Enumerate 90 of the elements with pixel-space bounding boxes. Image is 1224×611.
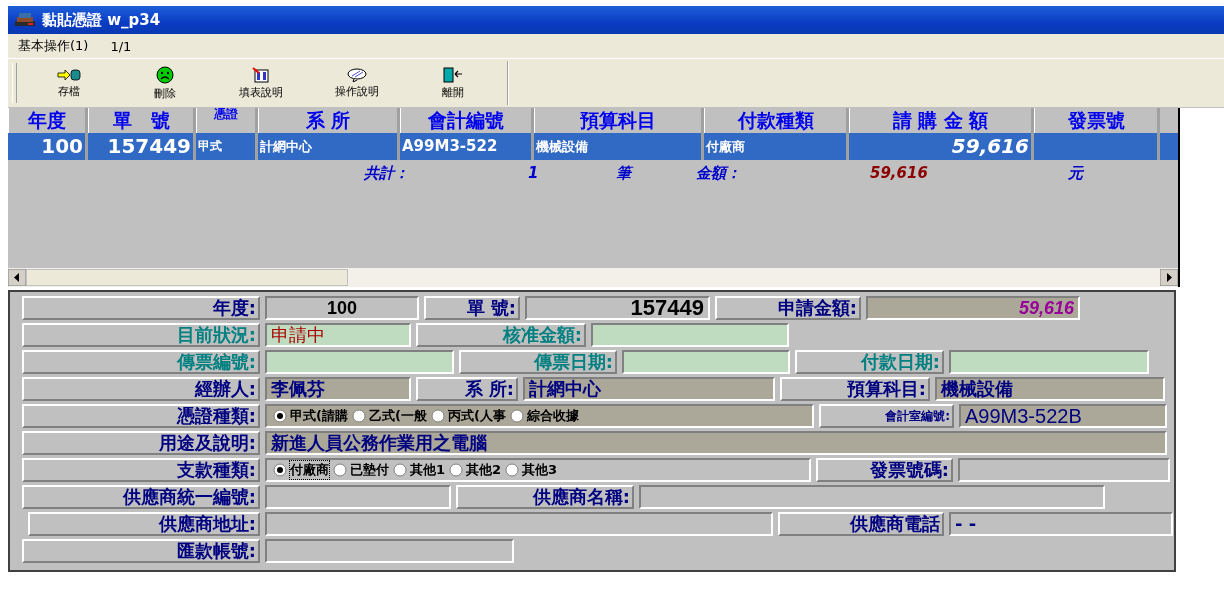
field-label: 供應商名稱: [456,484,634,509]
radio-button[interactable] [509,408,524,423]
toolbar-button[interactable]: 操作說明 [309,61,405,105]
input-field[interactable]: 李佩芬 [265,376,411,401]
field-label: 支款種類: [22,457,260,482]
speech-bubble-icon [346,67,368,82]
field-label: 匯款帳號: [22,538,260,563]
currency-unit: 元 [1068,164,1083,183]
window-title: 黏貼憑證 w_p34 [42,10,161,30]
arrow-cylinder-icon [57,67,81,82]
menu-item[interactable]: 基本操作(1) [18,37,89,55]
radio-button[interactable] [393,462,407,477]
field-label: 供應商電話 [778,511,944,536]
field-label: 憑證種類: [22,403,260,428]
radio-option[interactable]: 已墊付 [333,460,389,479]
toolbar-button[interactable]: 刪除 [117,61,213,105]
field-label: 傳票編號: [22,349,260,374]
input-field[interactable] [622,349,790,374]
total-count-label: 共計： [364,164,409,183]
table-cell: 157449 [107,134,191,158]
input-field[interactable]: 計網中心 [523,376,775,401]
input-field[interactable]: 機械設備 [935,376,1165,401]
table-cell: 甲式 [198,139,222,153]
door-icon [442,66,464,83]
total-count: 1 [528,164,539,182]
radio-button[interactable] [449,462,464,477]
field-label: 發票號碼: [816,457,953,482]
toolbar-button[interactable]: 填表說明 [213,61,309,105]
page-indicator: 1/1 [110,38,132,54]
radio-option[interactable]: 乙式(一般 [351,406,427,425]
radio-button[interactable] [273,462,287,477]
radio-option[interactable]: 丙式(人事 [430,406,506,425]
radio-option[interactable]: 綜合收據 [509,406,579,425]
grid-icon [252,66,270,83]
input-field[interactable]: 新進人員公務作業用之電腦 [265,430,1167,455]
scroll-right-icon[interactable] [1160,269,1178,286]
app-icon [14,12,36,28]
field-label: 供應商地址: [28,511,260,536]
input-field[interactable]: A99M3-522B [959,403,1167,428]
input-field[interactable]: 申請中 [265,322,411,347]
table-cell: A99M3-522 [402,137,498,155]
radio-option[interactable]: 甲式(請購 [273,406,348,425]
input-field[interactable] [265,538,514,563]
radio-button[interactable] [351,408,366,423]
input-field[interactable] [639,484,1105,509]
horizontal-scrollbar[interactable] [8,268,1178,287]
total-amount: 59,616 [870,164,928,182]
input-field[interactable]: 157449 [525,295,710,320]
radio-button[interactable] [273,408,287,423]
radio-button[interactable] [430,408,445,423]
field-label: 申請金額: [715,295,861,320]
input-field[interactable]: 100 [265,295,419,320]
frown-icon [156,65,174,84]
field-label: 目前狀況: [22,322,260,347]
toolbar-button[interactable]: 離開 [405,61,501,105]
radio-button[interactable] [333,462,347,477]
field-label: 用途及說明: [22,430,260,455]
input-field[interactable] [265,511,773,536]
field-label: 單 號: [424,295,520,320]
radio-option[interactable]: 其他2 [449,460,502,479]
field-label: 年度: [22,295,260,320]
table-cell: 付廠商 [706,139,745,154]
input-field[interactable] [265,349,454,374]
table-row[interactable]: 100 157449 甲式 計網中心 A99M3-522 機械設備 付廠商 59,616 [8,133,1178,160]
table-cell: 59,616 [951,134,1029,158]
input-field[interactable]: - - [949,511,1173,536]
input-field[interactable] [265,484,451,509]
field-label: 預算科目: [780,376,930,401]
scrollbar-thumb[interactable] [26,269,348,286]
field-label: 供應商統一編號: [22,484,260,509]
field-label: 會計室編號: [819,403,954,428]
field-label: 傳票日期: [459,349,617,374]
toolbar-button[interactable]: 存檔 [21,61,117,105]
radio-option[interactable]: 其他1 [393,460,446,479]
table-cell: 計網中心 [260,139,312,154]
field-label: 核准金額: [416,322,586,347]
input-field[interactable] [958,457,1170,482]
radio-option[interactable]: 其他3 [505,460,558,479]
input-field[interactable] [949,349,1149,374]
field-label: 付款日期: [795,349,944,374]
toolbar-grip[interactable] [12,63,17,103]
table-cell: 機械設備 [536,139,588,154]
radio-button[interactable] [505,462,520,477]
field-label: 經辦人: [22,376,260,401]
table-cell: 100 [41,134,83,158]
radio-option[interactable]: 付廠商 [273,460,329,479]
total-amount-label: 金額： [696,164,741,183]
field-label: 系 所: [416,376,518,401]
scroll-left-icon[interactable] [8,269,26,286]
input-field[interactable] [591,322,789,347]
